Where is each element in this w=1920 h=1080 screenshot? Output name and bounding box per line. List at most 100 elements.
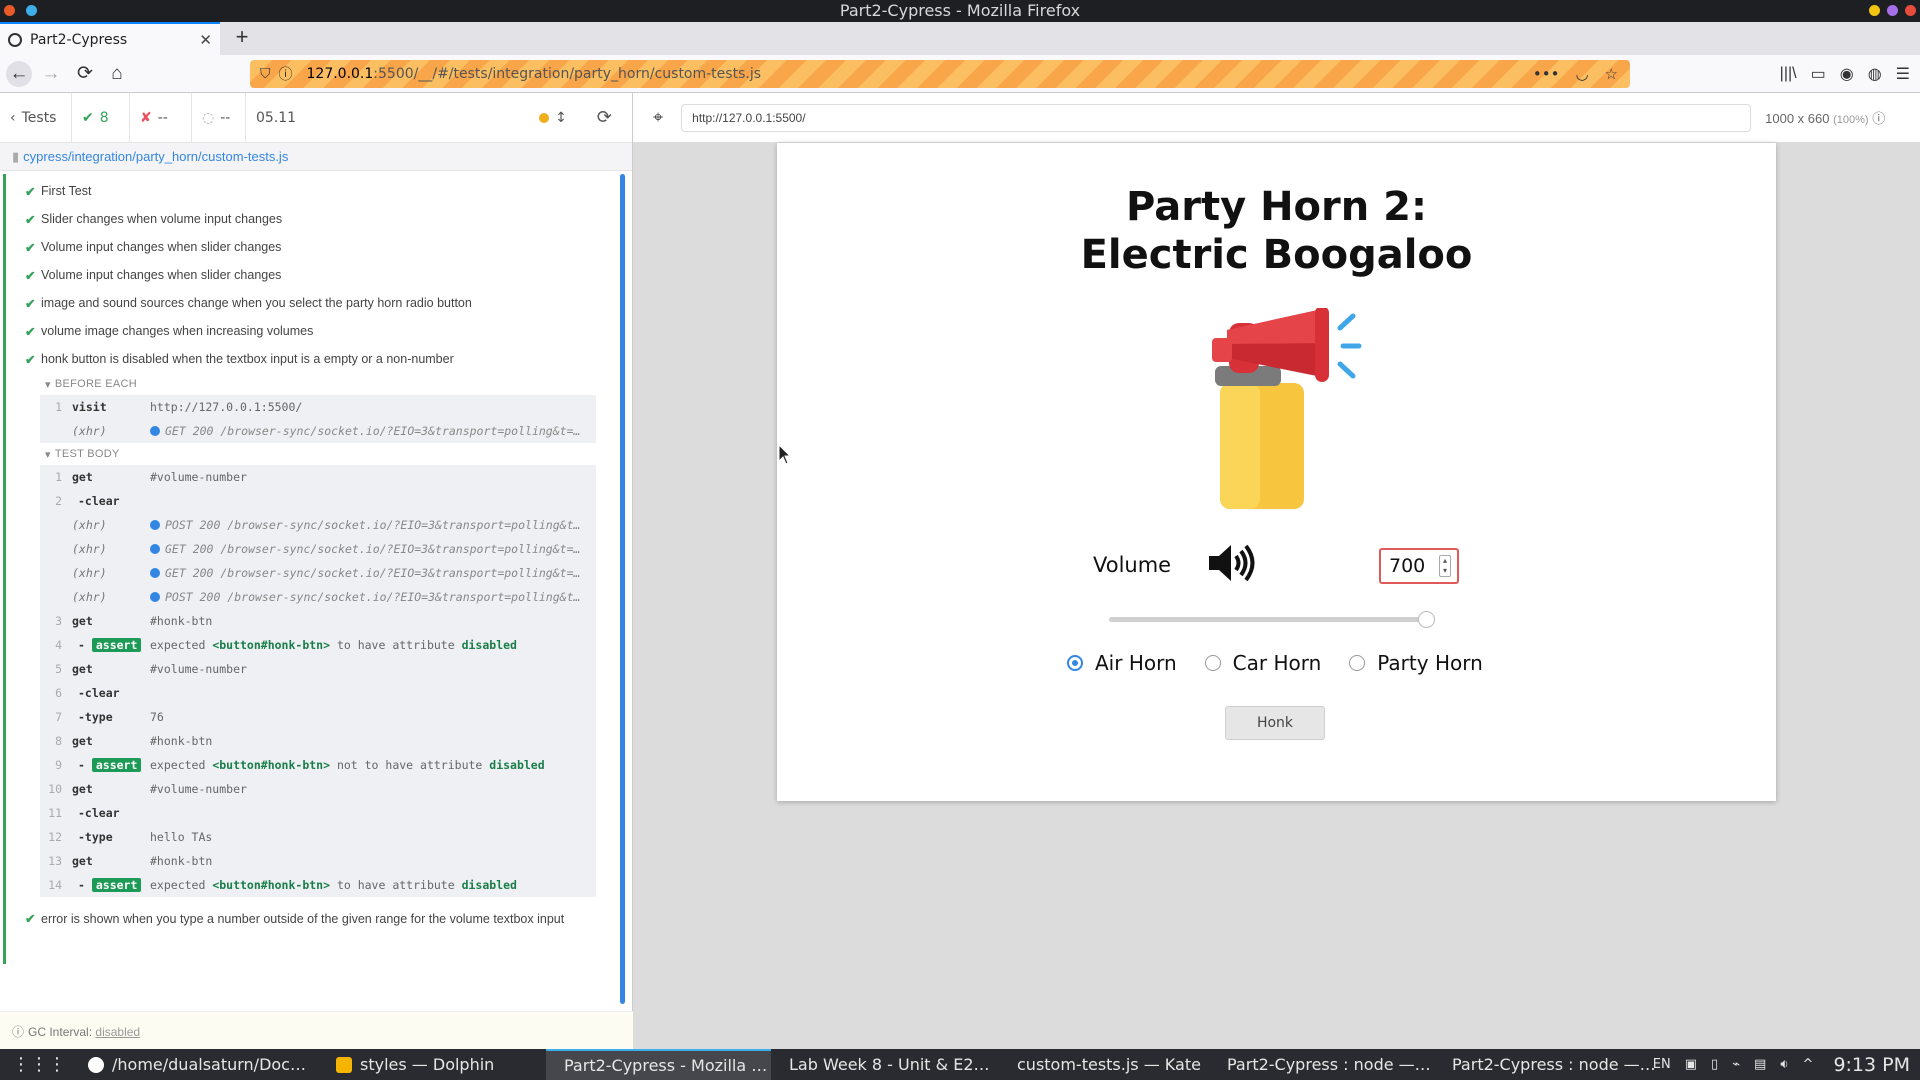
test-item[interactable]: ✔ First Test (0, 177, 632, 205)
command-row[interactable]: 1 visit http://127.0.0.1:5500/ (40, 395, 596, 419)
radio-label: Party Horn (1377, 651, 1483, 675)
command-row[interactable]: 7 -type 76 (40, 705, 596, 729)
command-name: (xhr) (72, 590, 107, 604)
command-row[interactable]: (xhr) GET 200 /browser-sync/socket.io/?EI… (40, 561, 596, 585)
auto-scroll-icon[interactable]: ↕ (555, 110, 567, 126)
command-row[interactable]: (xhr) GET 200 /browser-sync/socket.io/?EI… (40, 419, 596, 443)
command-row[interactable]: 10 get #volume-number (40, 777, 596, 801)
forward-button[interactable]: → (38, 61, 64, 87)
taskbar-item[interactable]: Part2-Cypress : node —… (1209, 1049, 1434, 1080)
volume-stepper-icon[interactable]: ▴ ▾ (1439, 555, 1451, 577)
clock[interactable]: 9:13 PM (1833, 1054, 1910, 1076)
test-item[interactable]: ✔ honk button is disabled when the textbo… (0, 345, 632, 373)
taskbar-item[interactable]: Part2-Cypress - Mozilla … (546, 1049, 771, 1080)
radio-button[interactable] (1349, 655, 1366, 671)
account-icon[interactable]: ◉ (1840, 64, 1854, 84)
test-item[interactable]: ✔ image and sound sources change when you… (0, 289, 632, 317)
test-item[interactable]: ✔ Volume input changes when slider change… (0, 261, 632, 289)
command-row[interactable]: 4 - assert expected <button#honk-btn> to h… (40, 633, 596, 657)
test-item[interactable]: ✔ Slider changes when volume input change… (0, 205, 632, 233)
command-row[interactable]: (xhr) GET 200 /browser-sync/socket.io/?EI… (40, 537, 596, 561)
radio-air-horn[interactable]: Air Horn (1067, 651, 1177, 675)
app-launcher-icon[interactable]: ⋮⋮⋮ (0, 1049, 78, 1080)
sidebar-icon[interactable]: ▭ (1811, 64, 1826, 84)
taskbar-item[interactable]: custom-tests.js — Kate (999, 1049, 1209, 1080)
hook-label: TEST BODY (54, 448, 120, 460)
usb-icon[interactable]: ⌁ (1732, 1057, 1740, 1072)
extension-icon[interactable]: ◍ (1868, 64, 1882, 84)
command-row[interactable]: 11 -clear (40, 801, 596, 825)
info-icon[interactable]: ⓘ (1872, 111, 1885, 126)
new-tab-button[interactable]: + (228, 24, 256, 52)
command-row[interactable]: 3 get #honk-btn (40, 609, 596, 633)
tests-button[interactable]: ‹ Tests (0, 92, 72, 143)
command-row[interactable]: 5 get #volume-number (40, 657, 596, 681)
command-row[interactable]: 14 - assert expected <button#honk-btn> to … (40, 873, 596, 897)
command-row[interactable]: (xhr) POST 200 /browser-sync/socket.io/?E… (40, 513, 596, 537)
check-icon: ✔ (25, 912, 36, 926)
command-row[interactable]: 2 -clear (40, 489, 596, 513)
test-item[interactable]: ✔ volume image changes when increasing vo… (0, 317, 632, 345)
clipboard-icon[interactable]: ▤ (1754, 1057, 1766, 1072)
radio-button[interactable] (1204, 655, 1221, 671)
spec-path-link[interactable]: cypress/integration/party_horn/custom-te… (23, 149, 288, 164)
command-message: expected <button#honk-btn> to have attri… (150, 638, 517, 652)
command-row[interactable]: 12 -type hello TAs (40, 825, 596, 849)
volume-slider[interactable] (1109, 611, 1435, 628)
tray-expand-icon[interactable]: ^ (1803, 1057, 1814, 1072)
url-bar[interactable]: ⛉ ⓘ 127.0.0.1:5500/__/#/tests/integratio… (250, 60, 1630, 88)
rerun-icon[interactable]: ⟳ (597, 107, 612, 128)
cypress-favicon-icon (8, 32, 22, 47)
command-row[interactable]: (xhr) POST 200 /browser-sync/socket.io/?E… (40, 585, 596, 609)
taskbar-item[interactable]: styles — Dolphin (326, 1049, 546, 1080)
pocket-icon[interactable]: ◡ (1575, 65, 1588, 83)
radio-button[interactable] (1067, 655, 1083, 671)
reload-button[interactable]: ⟳ (72, 61, 98, 87)
honk-button[interactable]: Honk (1225, 706, 1325, 740)
command-row[interactable]: 13 get #honk-btn (40, 849, 596, 873)
radio-car-horn[interactable]: Car Horn (1204, 651, 1321, 675)
close-tab-icon[interactable]: ✕ (199, 31, 212, 49)
library-icon[interactable]: |||\ (1780, 65, 1797, 83)
keyboard-layout[interactable]: EN (1653, 1057, 1671, 1072)
home-button[interactable]: ⌂ (104, 61, 130, 87)
test-item[interactable]: ✔ Volume input changes when slider change… (0, 233, 632, 261)
volume-number-input[interactable]: 700 ▴ ▾ (1379, 548, 1459, 584)
bookmark-star-icon[interactable]: ☆ (1605, 65, 1618, 83)
volume-slider-thumb[interactable] (1418, 611, 1435, 628)
app-frame: Party Horn 2: Electric Boogaloo Volume 7… (777, 143, 1776, 801)
tab-part2-cypress[interactable]: Part2-Cypress ✕ (0, 22, 220, 55)
xhr-dot-icon (150, 568, 160, 578)
info-icon[interactable]: ⓘ (279, 64, 293, 84)
maximize-button[interactable] (1887, 5, 1898, 16)
battery-icon[interactable]: ▯ (1711, 1057, 1718, 1072)
reporter-scrollbar[interactable] (620, 174, 625, 1004)
hook-header[interactable]: ▾ TEST BODY (0, 443, 632, 465)
taskbar-item-label: /home/dualsaturn/Doc… (112, 1055, 306, 1074)
back-button[interactable]: ← (6, 61, 32, 87)
command-row[interactable]: 1 get #volume-number (40, 465, 596, 489)
hook-header[interactable]: ▾ BEFORE EACH (0, 373, 632, 395)
spec-path-bar: ▮ cypress/integration/party_horn/custom-… (0, 143, 632, 171)
caret-down-icon: ▾ (45, 448, 51, 461)
close-window-button[interactable] (1905, 5, 1916, 16)
radio-party-horn[interactable]: Party Horn (1349, 651, 1483, 675)
volume-icon[interactable]: 🔉︎ (1780, 1057, 1788, 1072)
taskbar-item[interactable]: /home/dualsaturn/Doc… (78, 1049, 326, 1080)
page-actions-icon[interactable]: ••• (1533, 65, 1560, 83)
minimize-button[interactable] (1869, 5, 1880, 16)
taskbar-item[interactable]: Lab Week 8 - Unit & E2… (771, 1049, 999, 1080)
command-row[interactable]: 6 -clear (40, 681, 596, 705)
pin-icon[interactable] (26, 5, 37, 16)
shield-icon[interactable]: ⛉ (260, 66, 271, 82)
selector-playground-icon[interactable]: ⌖ (653, 107, 663, 128)
gc-value[interactable]: disabled (95, 1025, 140, 1039)
xhr-dot-icon (150, 544, 160, 554)
command-row[interactable]: 9 - assert expected <button#honk-btn> not … (40, 753, 596, 777)
display-icon[interactable]: ▣ (1685, 1057, 1697, 1072)
taskbar-item[interactable]: Part2-Cypress : node —… (1434, 1049, 1659, 1080)
command-row[interactable]: 8 get #honk-btn (40, 729, 596, 753)
test-item[interactable]: ✔ error is shown when you type a number o… (0, 911, 632, 928)
command-name: get (72, 662, 93, 676)
menu-icon[interactable]: ☰ (1896, 64, 1910, 84)
